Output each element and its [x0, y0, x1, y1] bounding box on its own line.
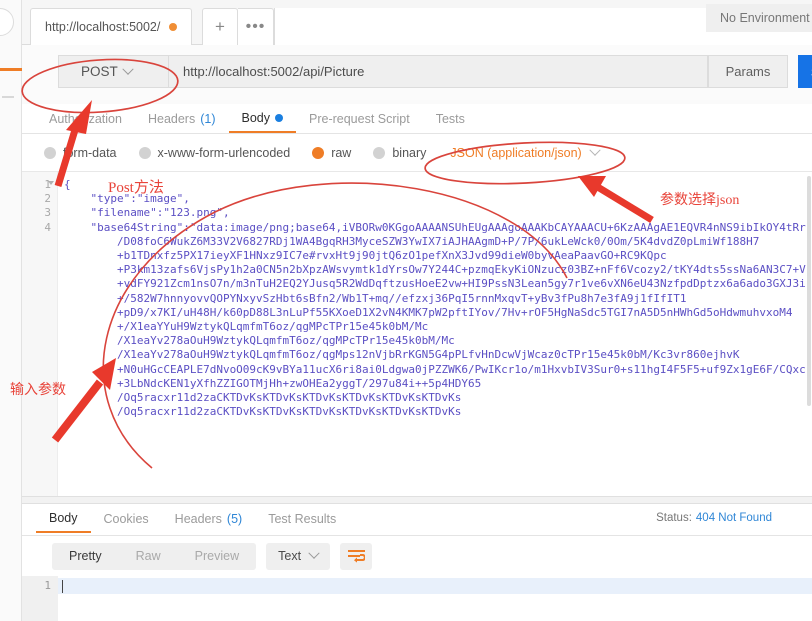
params-label: Params — [725, 64, 771, 79]
body-type-form-data[interactable]: form-data — [44, 146, 117, 160]
response-view-bar: Pretty Raw Preview Text — [22, 536, 812, 576]
body-type-binary[interactable]: binary — [373, 146, 426, 160]
radio-icon — [373, 146, 386, 159]
request-tab-strip: http://localhost:5002/ + ••• No Environm… — [22, 0, 812, 45]
body-type-urlencoded-label: x-www-form-urlencoded — [157, 145, 291, 160]
view-mode-raw[interactable]: Raw — [119, 543, 178, 570]
word-wrap-button[interactable] — [340, 542, 373, 570]
send-button[interactable]: Send — [798, 55, 812, 88]
response-tab-cookies-label: Cookies — [103, 511, 149, 526]
url-input[interactable]: http://localhost:5002/api/Picture — [168, 55, 708, 88]
response-tab-headers-count: (5) — [226, 511, 243, 526]
body-type-binary-label: binary — [392, 145, 427, 160]
http-method-selector[interactable]: POST — [58, 55, 168, 88]
chevron-down-icon — [308, 547, 320, 559]
response-divider[interactable] — [22, 496, 812, 504]
radio-icon — [44, 146, 56, 159]
response-tab-test-results[interactable]: Test Results — [255, 504, 349, 533]
body-type-urlencoded[interactable]: x-www-form-urlencoded — [138, 145, 291, 160]
view-mode-pretty[interactable]: Pretty — [52, 543, 119, 570]
params-button[interactable]: Params — [708, 55, 788, 88]
content-type-selector[interactable]: JSON (application/json) — [450, 144, 601, 160]
response-gutter: 1 — [22, 576, 58, 621]
response-active-line — [58, 578, 812, 594]
view-mode-pretty-label: Pretty — [69, 549, 102, 563]
url-bar: POST http://localhost:5002/api/Picture P… — [22, 45, 812, 100]
avatar-circle-icon — [0, 8, 14, 36]
tab-pre-request-script[interactable]: Pre-request Script — [296, 104, 423, 133]
tab-pre-request-script-label: Pre-request Script — [309, 111, 410, 126]
view-mode-preview-label: Preview — [194, 549, 240, 563]
editor-code-content[interactable]: { "type":"image", "filename":"123.png", … — [58, 178, 812, 496]
rail-divider — [2, 96, 14, 98]
request-tab[interactable]: http://localhost:5002/ — [30, 8, 193, 45]
postman-window: http://localhost:5002/ + ••• No Environm… — [0, 0, 812, 621]
response-line-number: 1 — [44, 579, 51, 592]
editor-scrollbar[interactable] — [806, 172, 812, 496]
response-tab-cookies[interactable]: Cookies — [91, 504, 162, 533]
tab-body[interactable]: Body — [228, 104, 296, 133]
status-label: Status: — [656, 512, 692, 524]
environment-selector[interactable]: No Environment — [706, 4, 812, 32]
response-tab-body-label: Body — [49, 510, 78, 525]
response-format-selector[interactable]: Text — [266, 542, 331, 570]
tab-body-label: Body — [241, 110, 271, 125]
tab-headers[interactable]: Headers (1) — [135, 104, 229, 133]
body-type-raw[interactable]: raw — [312, 146, 351, 160]
tab-headers-label: Headers — [147, 111, 196, 126]
url-value: http://localhost:5002/api/Picture — [183, 64, 365, 79]
new-tab-button[interactable]: + — [202, 8, 238, 45]
response-view-mode-group: Pretty Raw Preview — [52, 542, 257, 570]
status-badge: Status: 404 Not Found — [656, 512, 772, 524]
response-format-label: Text — [278, 549, 302, 563]
radio-selected-icon — [312, 146, 325, 159]
tab-headers-count: (1) — [200, 111, 216, 126]
view-mode-preview[interactable]: Preview — [178, 543, 256, 570]
tab-authorization[interactable]: Authorization — [36, 104, 135, 133]
status-value: 404 Not Found — [695, 512, 772, 524]
tab-more-button[interactable]: ••• — [238, 8, 274, 45]
rail-active-indicator — [0, 68, 22, 71]
body-modified-dot-icon — [275, 113, 283, 122]
body-type-form-data-label: form-data — [63, 145, 117, 160]
response-tab-headers-label: Headers — [174, 511, 222, 526]
request-body-editor[interactable]: 1 2 3 4 { "type":"image", "filename":"12… — [22, 172, 812, 496]
http-method-label: POST — [81, 64, 118, 79]
chevron-down-icon — [589, 144, 601, 156]
editor-gutter: 1 2 3 4 — [22, 172, 58, 496]
body-type-raw-label: raw — [331, 145, 352, 160]
unsaved-dot-icon — [169, 23, 178, 31]
response-tab-body[interactable]: Body — [36, 504, 91, 533]
response-tab-headers[interactable]: Headers (5) — [162, 504, 256, 533]
left-sidebar-rail — [0, 0, 22, 621]
line-number: 3 — [44, 206, 51, 220]
editor-scrollbar-thumb[interactable] — [807, 176, 811, 406]
radio-icon — [138, 146, 151, 159]
body-type-row: form-data x-www-form-urlencoded raw bina… — [22, 134, 812, 172]
tab-tests-label: Tests — [435, 111, 465, 126]
environment-label: No Environment — [720, 11, 810, 25]
line-number: 4 — [44, 220, 51, 234]
chevron-down-icon — [122, 63, 134, 75]
word-wrap-icon — [347, 550, 365, 563]
content-type-label: JSON (application/json) — [450, 145, 582, 160]
text-caret — [62, 580, 63, 593]
request-tab-label: http://localhost:5002/ — [45, 20, 161, 34]
tab-tests[interactable]: Tests — [423, 104, 478, 133]
line-number: 2 — [44, 192, 51, 206]
request-section-tabs: Authorization Headers (1) Body Pre-reque… — [22, 104, 812, 134]
response-tab-test-results-label: Test Results — [268, 511, 337, 526]
tab-authorization-label: Authorization — [49, 111, 122, 126]
view-mode-raw-label: Raw — [135, 549, 161, 563]
response-body-editor[interactable]: 1 — [22, 576, 812, 621]
fold-arrow-icon[interactable] — [48, 181, 54, 185]
